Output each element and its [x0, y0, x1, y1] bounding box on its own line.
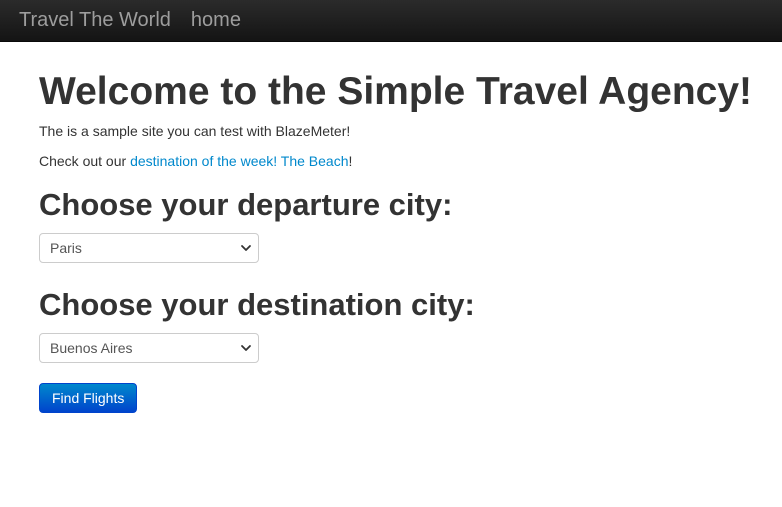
week-suffix: ! — [348, 153, 353, 169]
departure-city-select[interactable]: Paris — [39, 233, 259, 263]
destination-city-select[interactable]: Buenos Aires — [39, 333, 259, 363]
destination-heading: Choose your destination city: — [39, 287, 475, 322]
main-content: Welcome to the Simple Travel Agency! The… — [39, 42, 759, 413]
page-title: Welcome to the Simple Travel Agency! — [39, 70, 753, 113]
chevron-down-icon — [241, 245, 251, 251]
departure-heading: Choose your departure city: — [39, 187, 453, 222]
intro-text: The is a sample site you can test with B… — [39, 123, 351, 139]
chevron-down-icon — [241, 345, 251, 351]
destination-of-week-link[interactable]: destination of the week! The Beach — [130, 153, 348, 169]
destination-of-week-text: Check out our destination of the week! T… — [39, 151, 759, 171]
nav-home-link[interactable]: home — [191, 9, 241, 32]
brand-link[interactable]: Travel The World — [19, 9, 171, 32]
departure-city-value: Paris — [50, 240, 82, 256]
find-flights-button[interactable]: Find Flights — [39, 383, 138, 413]
navbar: Travel The World home — [0, 0, 782, 42]
week-prefix: Check out our — [39, 153, 131, 169]
destination-city-value: Buenos Aires — [50, 340, 133, 356]
